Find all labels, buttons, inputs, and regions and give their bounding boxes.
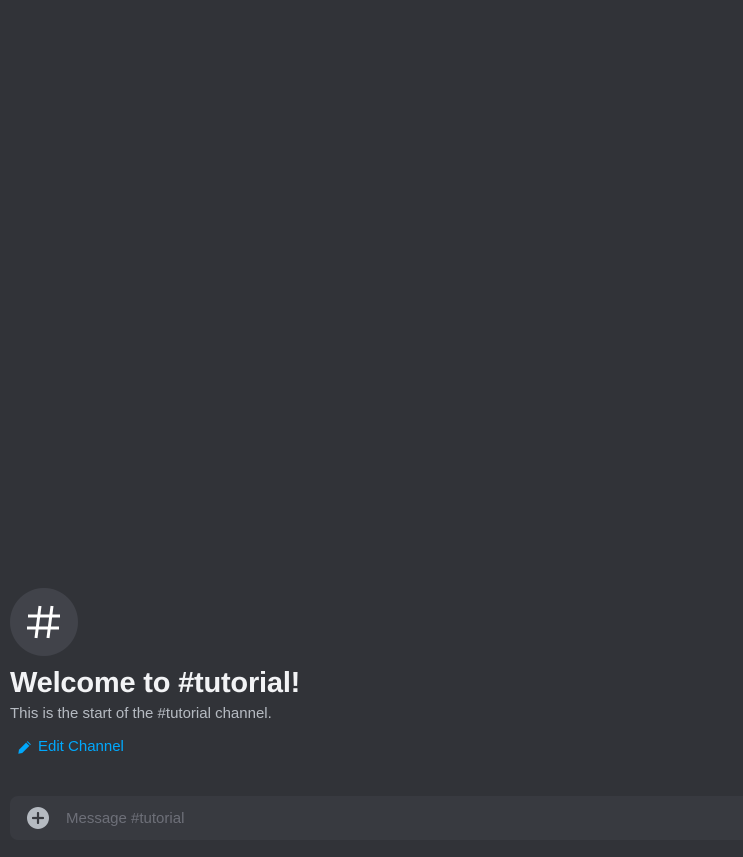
hashtag-icon [10, 588, 78, 656]
message-composer [10, 796, 743, 840]
channel-welcome: Welcome to #tutorial! This is the start … [10, 588, 710, 760]
welcome-subtitle: This is the start of the #tutorial chann… [10, 705, 272, 722]
plus-circle-icon[interactable] [27, 807, 49, 829]
edit-channel-label: Edit Channel [38, 738, 124, 755]
pencil-icon [17, 740, 32, 755]
chat-area: Welcome to #tutorial! This is the start … [0, 0, 743, 857]
edit-channel-button[interactable]: Edit Channel [17, 737, 124, 757]
welcome-title: Welcome to #tutorial! [10, 667, 301, 699]
message-input[interactable] [66, 796, 743, 840]
